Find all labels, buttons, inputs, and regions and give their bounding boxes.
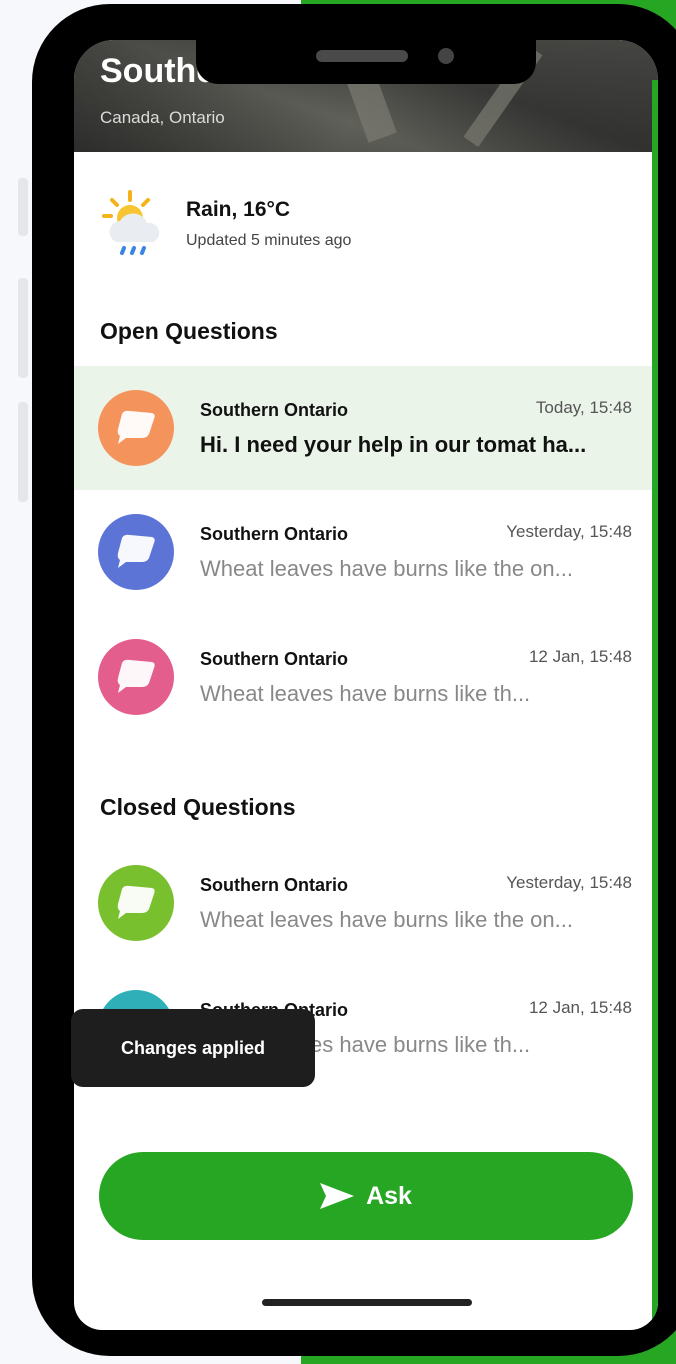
question-item[interactable]: Southern Ontario Yesterday, 15:48 Wheat le… xyxy=(74,490,658,614)
question-location: Southern Ontario xyxy=(200,649,348,669)
chat-bubble-icon xyxy=(117,885,155,919)
phone-side-button xyxy=(18,178,28,236)
chat-bubble-icon xyxy=(117,659,155,693)
phone-speaker xyxy=(316,50,408,62)
weather-condition: Rain, 16°C xyxy=(186,198,291,221)
phone-notch xyxy=(196,40,536,84)
cloud-sun-rain-icon xyxy=(102,190,160,255)
ask-button-label: Ask xyxy=(366,1181,412,1210)
avatar xyxy=(98,865,174,941)
question-item[interactable]: Southern Ontario Yesterday, 15:48 Wheat le… xyxy=(74,841,658,965)
chat-bubble-icon xyxy=(117,410,155,444)
closed-questions-title: Closed Questions xyxy=(100,794,296,820)
question-location: Southern Ontario xyxy=(200,524,348,544)
weather-updated: Updated 5 minutes ago xyxy=(186,232,352,249)
open-questions-title: Open Questions xyxy=(100,318,278,344)
app-screen: Southern Ontario Canada, Ontario Rain, 1… xyxy=(74,40,658,1330)
question-item[interactable]: Southern Ontario 12 Jan, 15:48 Wheat leave… xyxy=(74,615,658,739)
toast-message: Changes applied xyxy=(71,1009,315,1087)
ask-button[interactable]: Ask xyxy=(99,1152,633,1240)
question-item[interactable]: Southern Ontario Today, 15:48 Hi. I need y… xyxy=(74,366,658,490)
question-time: Today, 15:48 xyxy=(535,398,632,417)
location-subtitle: Canada, Ontario xyxy=(100,108,225,127)
phone-side-button xyxy=(18,278,28,378)
avatar xyxy=(98,639,174,715)
avatar xyxy=(98,390,174,466)
home-indicator[interactable] xyxy=(262,1299,472,1306)
question-time: 12 Jan, 15:48 xyxy=(528,647,632,666)
question-time: Yesterday, 15:48 xyxy=(506,522,632,541)
question-time: 12 Jan, 15:48 xyxy=(528,998,632,1017)
question-preview: Wheat leaves have burns like th... xyxy=(200,681,531,706)
phone-camera xyxy=(438,48,454,64)
question-time: Yesterday, 15:48 xyxy=(506,873,632,892)
avatar xyxy=(98,514,174,590)
weather-widget: Rain, 16°C Updated 5 minutes ago xyxy=(100,190,640,270)
question-preview: Wheat leaves have burns like the on... xyxy=(200,907,573,932)
background-accent-edge xyxy=(652,80,658,1330)
send-icon xyxy=(320,1183,355,1209)
phone-side-button xyxy=(18,402,28,502)
question-location: Southern Ontario xyxy=(200,400,348,420)
chat-bubble-icon xyxy=(117,534,155,568)
question-preview: Hi. I need your help in our tomat ha... xyxy=(200,432,587,457)
question-location: Southern Ontario xyxy=(200,875,348,895)
question-preview: Wheat leaves have burns like the on... xyxy=(200,556,573,581)
